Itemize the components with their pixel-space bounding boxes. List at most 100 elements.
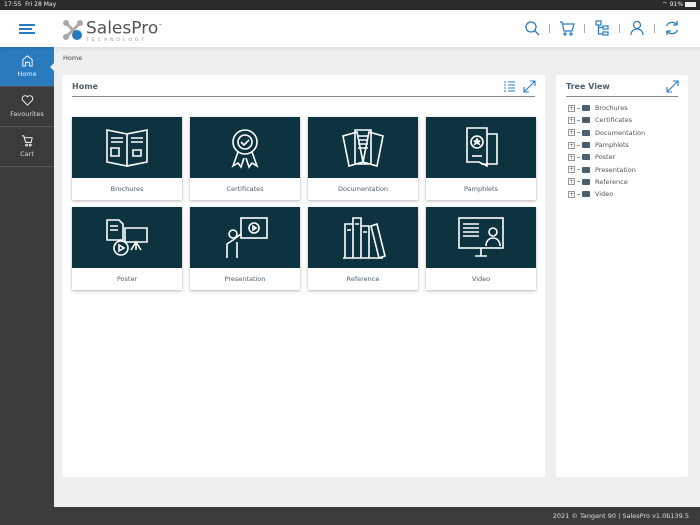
sidebar-item-favourites[interactable]: Favourites xyxy=(0,87,54,127)
category-tile[interactable]: Brochures xyxy=(72,117,182,200)
divider xyxy=(584,23,585,33)
divider xyxy=(566,96,678,97)
category-tile[interactable]: Certificates xyxy=(190,117,300,200)
category-tile[interactable]: Video xyxy=(426,207,536,290)
tree-node-label[interactable]: Poster xyxy=(595,153,615,161)
wifi-icon: ⌔ xyxy=(662,1,668,8)
sidebar-item-label: Home xyxy=(17,70,37,78)
tree-node[interactable]: + Documentation xyxy=(568,127,645,139)
tree-node-label[interactable]: Documentation xyxy=(595,129,645,137)
tile-image xyxy=(190,117,300,178)
status-time: 17:55 xyxy=(4,1,22,8)
battery-icon xyxy=(685,2,696,7)
tree-node-label[interactable]: Reference xyxy=(595,178,628,186)
menu-icon[interactable] xyxy=(19,24,35,34)
presentation-icon xyxy=(226,216,268,258)
tree-node[interactable]: + Pamphlets xyxy=(568,139,645,151)
pamphlet-icon xyxy=(466,126,498,167)
sidebar: Home Favourites Cart xyxy=(0,47,55,525)
expand-node-icon[interactable]: + xyxy=(568,129,575,137)
video-icon xyxy=(458,216,504,257)
tile-label: Certificates xyxy=(226,185,264,193)
brand-name: SalesPro xyxy=(86,18,159,39)
tile-image xyxy=(308,117,418,178)
logo-mark-icon xyxy=(63,19,83,40)
tile-label: Pamphlets xyxy=(464,185,498,193)
home-icon xyxy=(21,55,33,67)
tree-node-label[interactable]: Presentation xyxy=(595,166,636,174)
cart-icon[interactable] xyxy=(559,20,575,36)
expand-node-icon[interactable]: + xyxy=(568,190,575,198)
expand-node-icon[interactable]: + xyxy=(568,104,575,112)
folder-icon xyxy=(582,154,590,161)
tile-image xyxy=(426,207,536,268)
folder-icon xyxy=(582,166,590,173)
expand-icon[interactable] xyxy=(666,80,679,93)
documentation-icon xyxy=(342,128,384,167)
page-title: Home xyxy=(72,82,98,91)
tree-node-label[interactable]: Brochures xyxy=(595,104,628,112)
folder-icon xyxy=(582,191,590,198)
category-tile[interactable]: Documentation xyxy=(308,117,418,200)
tree-node[interactable]: + Video xyxy=(568,188,645,200)
sidebar-item-label: Favourites xyxy=(10,110,44,118)
sync-icon[interactable] xyxy=(664,20,680,36)
folder-icon xyxy=(582,117,590,124)
footer: 2021 © Tangent 90 | SalesPro v1.0b139.5 xyxy=(54,507,700,525)
folder-icon xyxy=(582,178,590,185)
category-tile[interactable]: Poster xyxy=(72,207,182,290)
tile-image xyxy=(72,207,182,268)
expand-icon[interactable] xyxy=(523,80,536,93)
tree-node-label[interactable]: Video xyxy=(595,190,613,198)
tile-image xyxy=(308,207,418,268)
search-icon[interactable] xyxy=(524,20,540,36)
brochure-icon xyxy=(106,128,148,167)
tree-node[interactable]: + Poster xyxy=(568,151,645,163)
app-header: SalesPro™ TECHNOLOGY xyxy=(0,10,700,47)
status-bar: 17:55 Fri 28 May ⌔ 91% xyxy=(0,0,700,10)
breadcrumb[interactable]: Home xyxy=(63,54,82,62)
user-icon[interactable] xyxy=(629,20,645,36)
tree-node[interactable]: + Brochures xyxy=(568,102,645,114)
divider xyxy=(654,23,655,33)
category-tile[interactable]: Presentation xyxy=(190,207,300,290)
expand-node-icon[interactable]: + xyxy=(568,153,575,161)
tile-image xyxy=(426,117,536,178)
expand-node-icon[interactable]: + xyxy=(568,116,575,124)
tile-label: Presentation xyxy=(224,275,266,283)
folder-icon xyxy=(582,129,590,136)
tree-view: + Brochures + Certificates + Documentation … xyxy=(568,102,645,200)
tile-image xyxy=(190,207,300,268)
tile-image xyxy=(72,117,182,178)
tile-label: Poster xyxy=(116,275,138,283)
tree-panel: Tree View + Brochures + Certificates + Docu… xyxy=(556,75,688,477)
cart-icon xyxy=(21,135,33,147)
trademark: ™ xyxy=(158,23,163,28)
reference-icon xyxy=(343,216,386,259)
expand-node-icon[interactable]: + xyxy=(568,178,575,186)
tree-title: Tree View xyxy=(566,82,610,91)
folder-icon xyxy=(582,142,590,149)
sidebar-item-label: Cart xyxy=(20,150,34,158)
tree-node[interactable]: + Certificates xyxy=(568,114,645,126)
sidebar-item-cart[interactable]: Cart xyxy=(0,127,54,167)
tree-node-label[interactable]: Certificates xyxy=(595,116,632,124)
expand-node-icon[interactable]: + xyxy=(568,166,575,174)
tile-label: Documentation xyxy=(337,185,389,193)
list-view-icon[interactable] xyxy=(503,80,516,93)
category-tile[interactable]: Pamphlets xyxy=(426,117,536,200)
tile-label: Reference xyxy=(346,275,380,283)
tree-node[interactable]: + Presentation xyxy=(568,163,645,175)
hierarchy-icon[interactable] xyxy=(594,20,610,36)
sidebar-item-home[interactable]: Home xyxy=(0,47,55,87)
category-tile[interactable]: Reference xyxy=(308,207,418,290)
tile-label: Video xyxy=(471,275,491,283)
tree-node-label[interactable]: Pamphlets xyxy=(595,141,629,149)
tree-node[interactable]: + Reference xyxy=(568,176,645,188)
divider xyxy=(72,96,535,97)
status-date: Fri 28 May xyxy=(25,1,57,8)
logo: SalesPro™ TECHNOLOGY xyxy=(62,17,162,43)
folder-icon xyxy=(582,105,590,112)
expand-node-icon[interactable]: + xyxy=(568,141,575,149)
poster-icon xyxy=(106,218,148,256)
